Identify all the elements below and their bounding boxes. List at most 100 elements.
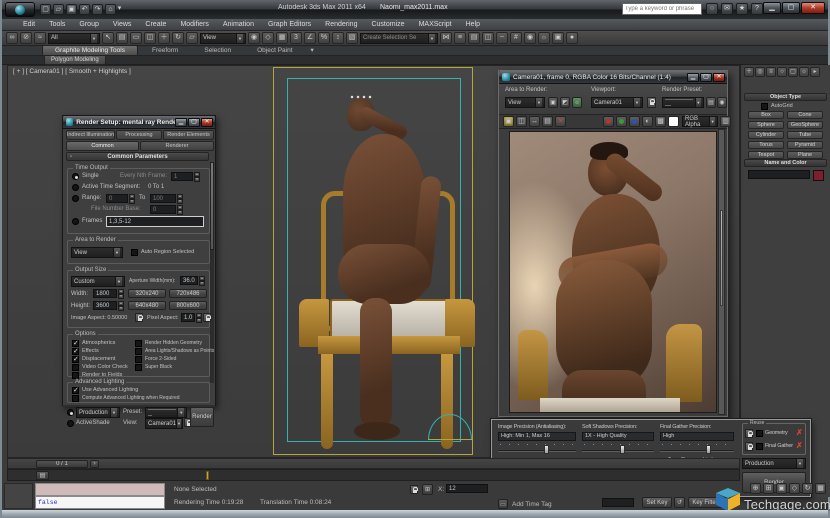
clear-color-swatch[interactable] — [668, 116, 679, 127]
qat-caret-icon[interactable]: ▾ — [116, 4, 123, 15]
tab-common[interactable]: Common — [66, 141, 139, 151]
pixel-aspect-lock-icon[interactable] — [203, 313, 211, 322]
snaps-toggle-icon[interactable]: 3 — [290, 32, 302, 44]
width-field[interactable]: 1800 — [93, 289, 117, 298]
menu-bar-item[interactable]: Rendering — [318, 21, 364, 28]
single-radio[interactable] — [72, 173, 79, 180]
dialog-close-button[interactable]: ✕ — [201, 117, 213, 127]
object-type-buttons-item[interactable]: Cone — [787, 111, 823, 119]
redo-icon[interactable]: ↷ — [92, 4, 103, 15]
motion-panel-icon[interactable]: ○ — [777, 67, 787, 77]
width-spinner[interactable]: ▲ ▼ — [118, 289, 124, 299]
select-and-manipulate-icon[interactable]: ◇ — [262, 32, 274, 44]
preset-800x600-button[interactable]: 800x600 — [169, 301, 207, 310]
render-setup-titlebar[interactable]: Render Setup: mental ray Renderer ▁ ▢ ✕ — [63, 116, 215, 129]
rfw-preset-dropdown[interactable]: ----------------- ▼ — [662, 97, 704, 109]
menu-bar-item[interactable]: Modifiers — [173, 21, 215, 28]
tab-processing[interactable]: Processing — [116, 130, 162, 140]
minimize-button[interactable]: ▁ — [763, 2, 781, 14]
rfw-titlebar[interactable]: Camera01, frame 0, RGBA Color 16 Bits/Ch… — [499, 71, 727, 84]
object-type-buttons-item[interactable]: Box — [748, 111, 784, 119]
preset-720x486-button[interactable]: 720x486 — [169, 289, 207, 298]
object-name-field[interactable] — [748, 170, 810, 179]
maximize-button[interactable]: ▢ — [782, 2, 800, 14]
use-pivot-center-icon[interactable]: ◉ — [248, 32, 260, 44]
reuse-geometry-lock-icon[interactable] — [745, 429, 753, 438]
print-image-icon[interactable]: ↔ — [529, 116, 540, 127]
render-production-icon[interactable]: ● — [566, 32, 578, 44]
atmospherics-checkbox[interactable] — [72, 339, 79, 347]
activeshade-radio[interactable] — [67, 420, 74, 427]
ribbon-minimize-icon[interactable]: ▾ — [307, 45, 318, 55]
autogrid-checkbox[interactable] — [761, 103, 768, 110]
range-from-field[interactable]: 0 — [106, 194, 128, 203]
active-time-radio[interactable] — [72, 184, 79, 191]
favorites-icon[interactable]: ★ — [736, 3, 748, 15]
percent-snap-icon[interactable]: % — [318, 32, 330, 44]
select-and-link-icon[interactable]: ∞ — [6, 32, 18, 44]
compute-advanced-lighting-checkbox[interactable] — [72, 395, 79, 402]
tab-render-elements[interactable]: Render Elements — [163, 130, 214, 140]
polygon-modeling-panel-tab[interactable]: Polygon Modeling — [44, 56, 106, 65]
maxscript-mini-listener-macro[interactable] — [35, 483, 165, 496]
frames-field[interactable]: 1,3,5-12 — [106, 216, 204, 227]
area-to-render-dropdown[interactable]: View ▼ — [71, 247, 123, 258]
set-key-button[interactable]: Set Key — [642, 497, 672, 508]
save-image-icon[interactable]: ▣ — [503, 116, 514, 127]
select-and-scale-icon[interactable]: ▱ — [186, 32, 198, 44]
tab-renderer[interactable]: Renderer — [140, 141, 214, 151]
channel-display-dropdown[interactable]: RGB Alpha ▼ — [682, 116, 718, 128]
open-mini-curve-editor-icon[interactable]: ▤ — [36, 471, 49, 480]
close-button[interactable]: ✕ — [801, 2, 825, 14]
time-slider-frame-display[interactable]: 0 / 1 — [36, 460, 88, 468]
menu-bar-item[interactable]: Help — [459, 21, 487, 28]
nth-frame-spinner[interactable]: ▲ ▼ — [194, 172, 200, 182]
menu-bar-item[interactable]: MAXScript — [412, 21, 459, 28]
range-from-spinner[interactable]: ▲ ▼ — [129, 194, 135, 204]
object-type-buttons-item[interactable]: Teapot — [748, 151, 784, 159]
angle-snap-icon[interactable]: ∠ — [304, 32, 316, 44]
image-precision-slider[interactable] — [498, 444, 576, 454]
object-color-swatch[interactable] — [813, 170, 824, 181]
unlink-selection-icon[interactable]: ⊘ — [20, 32, 32, 44]
frames-radio[interactable] — [72, 218, 79, 225]
mini-listener-gutter[interactable] — [4, 483, 33, 509]
effects-checkbox[interactable] — [72, 347, 79, 355]
maxscript-mini-listener-output[interactable]: false — [35, 496, 165, 509]
production-mode-dropdown[interactable]: Production ▼ — [76, 407, 120, 418]
rfw-edit-region-icon[interactable]: ▣ — [548, 97, 558, 108]
preset-dropdown[interactable]: ---------------- ▼ — [145, 407, 187, 419]
video-color-check-checkbox[interactable] — [72, 364, 79, 371]
alpha-channel-icon[interactable]: ▩ — [655, 116, 666, 127]
reuse-fg-checkbox[interactable] — [756, 443, 763, 450]
rfw-viewport-dropdown[interactable]: Camera01 ▼ — [591, 97, 643, 108]
select-object-icon[interactable]: ↖ — [102, 32, 114, 44]
image-aspect-lock-icon[interactable] — [135, 313, 143, 322]
open-file-icon[interactable]: ▱ — [53, 4, 64, 15]
communication-center-icon[interactable]: ✉ — [721, 3, 733, 15]
preset-640x480-button[interactable]: 640x480 — [128, 301, 166, 310]
reuse-geometry-checkbox[interactable] — [756, 430, 763, 437]
bind-to-space-warp-icon[interactable]: ≈ — [34, 32, 46, 44]
zoom-extents-icon[interactable]: ▣ — [776, 483, 787, 494]
menu-bar-item[interactable]: Group — [72, 21, 105, 28]
menu-bar-item[interactable]: Create — [138, 21, 173, 28]
soft-shadows-slider[interactable] — [582, 444, 654, 454]
rfw-viewport-lock-icon[interactable] — [647, 97, 656, 108]
window-crossing-icon[interactable]: ◫ — [144, 32, 156, 44]
auto-region-checkbox[interactable] — [131, 249, 138, 256]
output-size-dropdown[interactable]: Custom ▼ — [71, 276, 125, 287]
create-panel-icon[interactable]: ＋ — [744, 67, 754, 77]
view-dropdown[interactable]: Camera01 ▼ — [145, 418, 183, 429]
menu-bar-item[interactable]: Customize — [364, 21, 411, 28]
rfw-close-button[interactable]: ✕ — [713, 72, 725, 82]
track-bar[interactable]: ▤ — [7, 469, 740, 481]
aperture-field[interactable]: 36.0 — [180, 276, 198, 285]
mirror-icon[interactable]: ⋈ — [440, 32, 452, 44]
project-folder-icon[interactable]: ⌂ — [105, 4, 116, 15]
rfw-scrollbar[interactable] — [718, 129, 725, 415]
tab-indirect-illumination[interactable]: Indirect Illumination — [66, 130, 115, 140]
tab-freeform[interactable]: Freeform — [140, 46, 190, 55]
tab-object-paint[interactable]: Object Paint — [245, 46, 304, 55]
height-spinner[interactable]: ▲ ▼ — [118, 301, 124, 311]
